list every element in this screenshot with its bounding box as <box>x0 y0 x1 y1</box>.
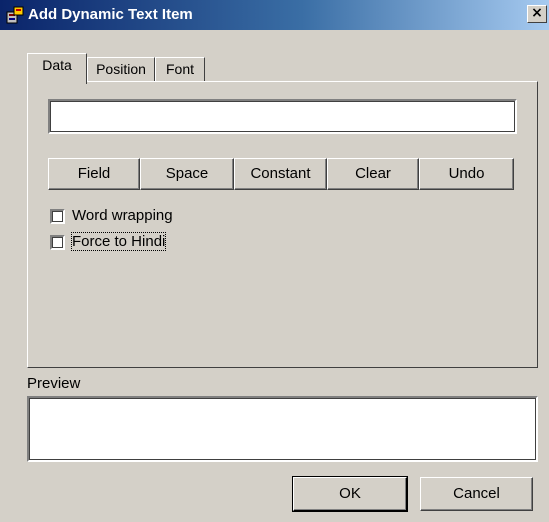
word-wrapping-label: Word wrapping <box>72 207 173 224</box>
close-button[interactable]: × <box>527 5 547 23</box>
app-icon <box>6 6 24 24</box>
dialog-window: Add Dynamic Text Item × Data Position Fo… <box>0 0 549 522</box>
force-hindi-box[interactable] <box>50 235 65 250</box>
tab-position[interactable]: Position <box>87 57 155 81</box>
tab-data-label: Data <box>42 57 72 73</box>
space-button[interactable]: Space <box>140 158 234 190</box>
tab-font-label: Font <box>165 61 194 77</box>
text-expression-input[interactable] <box>48 99 517 134</box>
constant-button[interactable]: Constant <box>234 158 327 190</box>
force-hindi-checkbox[interactable]: Force to Hindi <box>50 232 250 253</box>
tab-font[interactable]: Font <box>155 57 205 81</box>
clear-button[interactable]: Clear <box>327 158 419 190</box>
tab-position-label: Position <box>96 61 146 77</box>
word-wrapping-checkbox[interactable]: Word wrapping <box>50 207 250 227</box>
word-wrapping-box[interactable] <box>50 209 65 224</box>
ok-button[interactable]: OK <box>293 477 407 511</box>
window-title: Add Dynamic Text Item <box>28 6 193 23</box>
title-bar[interactable]: Add Dynamic Text Item × <box>0 0 549 30</box>
tab-data[interactable]: Data <box>27 53 87 84</box>
preview-label: Preview <box>27 375 81 392</box>
undo-button[interactable]: Undo <box>419 158 514 190</box>
preview-box <box>27 396 538 462</box>
force-hindi-label: Force to Hindi <box>70 232 167 251</box>
field-button[interactable]: Field <box>48 158 140 190</box>
close-icon: × <box>531 5 543 21</box>
cancel-button[interactable]: Cancel <box>420 477 533 511</box>
